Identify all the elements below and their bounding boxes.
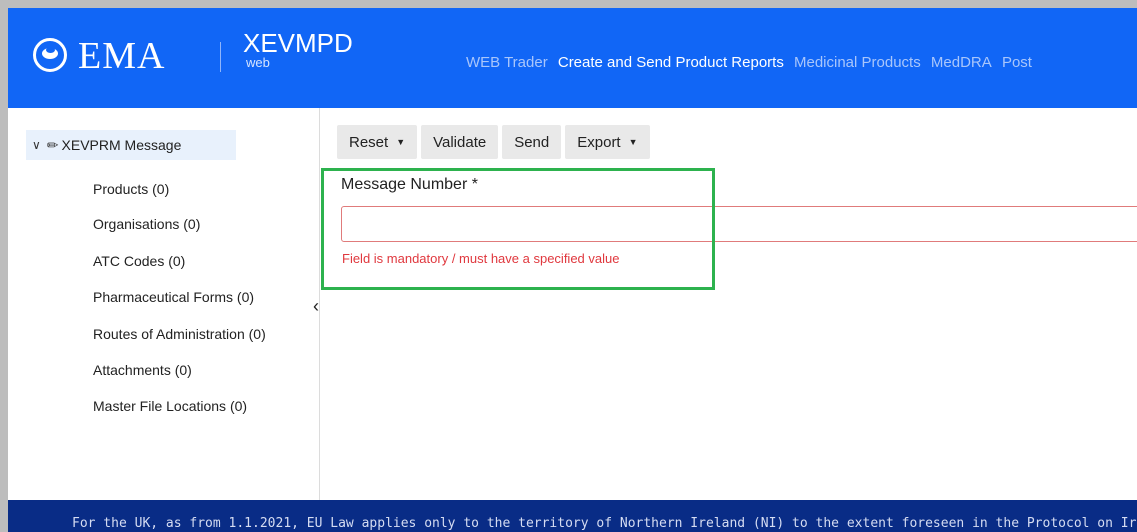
reset-button[interactable]: Reset ▼ [337,125,418,159]
tree-item-attachments[interactable]: Attachments (0) [93,362,192,378]
highlight-box [321,168,715,290]
logo-divider [220,42,221,72]
pencil-icon: ✏︎ [46,136,59,153]
tree-item-atc-codes[interactable]: ATC Codes (0) [93,253,185,269]
caret-down-icon: ▼ [628,137,638,147]
nav-create-send-reports[interactable]: Create and Send Product Reports [558,54,784,71]
nav-meddra[interactable]: MedDRA [931,54,992,71]
tree-item-routes-of-administration[interactable]: Routes of Administration (0) [93,326,266,342]
sidebar-tree: ∨ ✏︎ XEVPRM Message Products (0) Organis… [8,108,320,500]
reset-label: Reset [349,133,389,151]
chevron-left-icon[interactable]: ‹ [313,296,319,317]
export-label: Export [577,133,621,151]
send-button[interactable]: Send [502,125,562,159]
tree-item-master-file-locations[interactable]: Master File Locations (0) [93,398,247,414]
nav-post[interactable]: Post [1002,54,1032,71]
app-subtitle: web [246,55,270,70]
logo-text: EMA [78,35,166,77]
tree-item-organisations[interactable]: Organisations (0) [93,216,200,232]
tree-root-xevprm-message[interactable]: ∨ ✏︎ XEVPRM Message [26,130,236,160]
screenshot-frame: EMA XEVMPD web WEB Trader Create and Sen… [0,0,1137,532]
chevron-down-icon[interactable]: ∨ [32,138,41,152]
ema-logo-icon [33,38,67,72]
export-button[interactable]: Export ▼ [565,125,650,159]
footer-notice: For the UK, as from 1.1.2021, EU Law app… [72,516,1137,531]
tree-item-pharmaceutical-forms[interactable]: Pharmaceutical Forms (0) [93,289,254,305]
tree-root-label: XEVPRM Message [61,137,182,153]
tree-item-products[interactable]: Products (0) [93,181,169,197]
nav-web-trader[interactable]: WEB Trader [466,54,548,71]
nav-medicinal-products[interactable]: Medicinal Products [794,54,921,71]
validate-button[interactable]: Validate [421,125,499,159]
main-nav: WEB Trader Create and Send Product Repor… [466,54,1038,72]
caret-down-icon: ▼ [396,137,406,147]
toolbar: Reset ▼ Validate Send Export ▼ [337,125,650,159]
app-window: EMA XEVMPD web WEB Trader Create and Sen… [8,8,1137,532]
top-header: EMA XEVMPD web WEB Trader Create and Sen… [8,8,1137,108]
footer-banner: For the UK, as from 1.1.2021, EU Law app… [8,500,1137,532]
app-name: XEVMPD [243,28,353,58]
